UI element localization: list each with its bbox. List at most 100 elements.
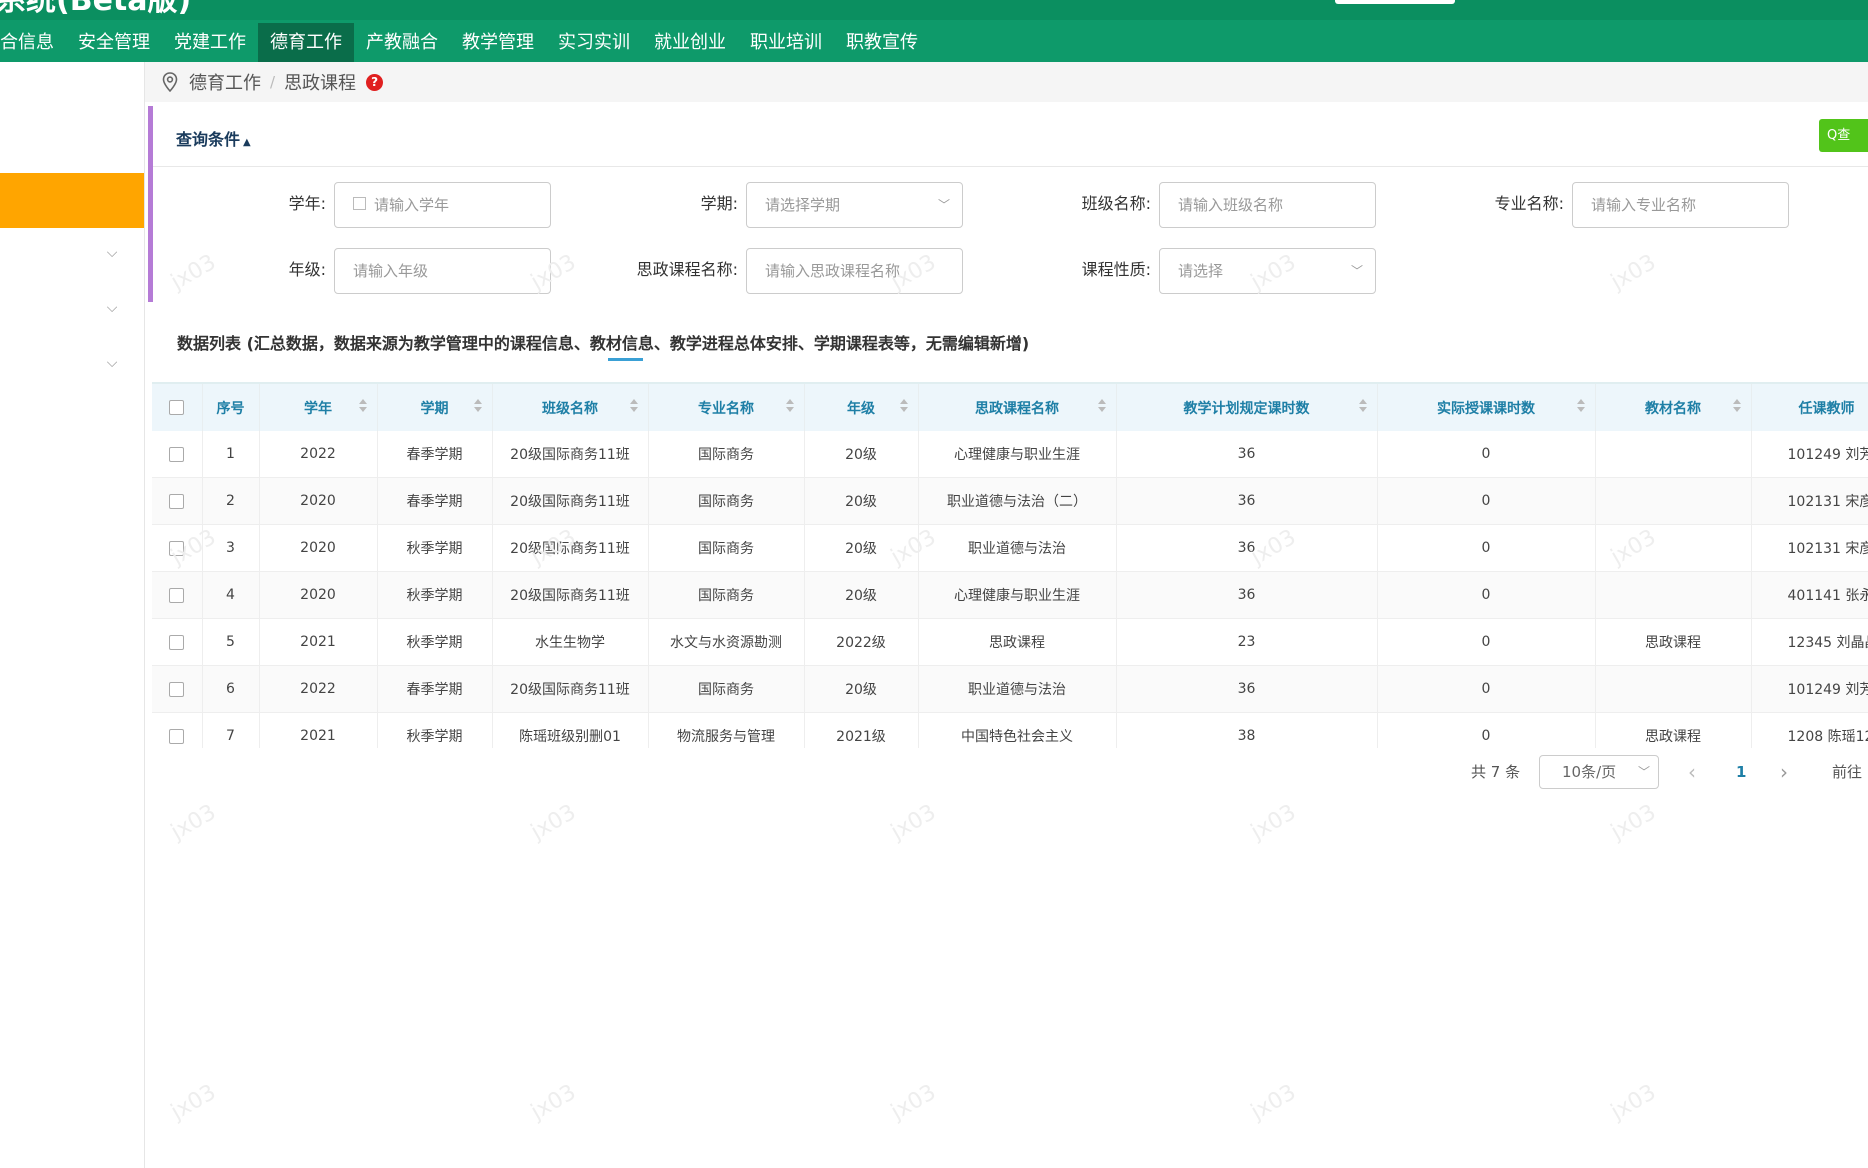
page-size-select[interactable]: 10条/页 ﹀ bbox=[1539, 755, 1659, 789]
table-cell: 36 bbox=[1116, 571, 1378, 619]
table-cell: 401141 张永芳 bbox=[1751, 571, 1868, 619]
major-input[interactable]: 请输入专业名称 bbox=[1572, 182, 1789, 228]
term-select[interactable]: 请选择学期 ﹀ bbox=[746, 182, 963, 228]
sidebar-item-selected[interactable] bbox=[0, 173, 144, 228]
col-header-class[interactable]: 班级名称 bbox=[492, 384, 649, 431]
location-pin-icon bbox=[162, 72, 178, 93]
nav-item-internship[interactable]: 实习实训 bbox=[546, 23, 642, 62]
nav-item-teaching[interactable]: 教学管理 bbox=[450, 23, 546, 62]
row-checkbox[interactable] bbox=[169, 634, 185, 650]
nav-item-publicity[interactable]: 职教宣传 bbox=[834, 23, 930, 62]
col-header-grade[interactable]: 年级 bbox=[804, 384, 919, 431]
help-icon[interactable]: ? bbox=[366, 73, 384, 91]
table-row[interactable]: 6 2022 春季学期 20级国际商务11班 国际商务 20级 职业道德与法治 36 0 1012… bbox=[152, 665, 1868, 713]
nav-item-training[interactable]: 职业培训 bbox=[738, 23, 834, 62]
chevron-down-icon: ﹀ bbox=[1637, 765, 1650, 779]
class-name-input[interactable]: 请输入班级名称 bbox=[1159, 182, 1376, 228]
row-checkbox[interactable] bbox=[169, 587, 185, 603]
col-header-index[interactable]: 序号 bbox=[202, 384, 260, 431]
nav-item-moral-education[interactable]: 德育工作 bbox=[258, 23, 354, 62]
watermark: jx03 bbox=[1606, 1079, 1661, 1126]
row-checkbox[interactable] bbox=[169, 446, 185, 462]
row-checkbox[interactable] bbox=[169, 728, 185, 744]
table-row[interactable]: 7 2021 秋季学期 陈瑶班级别删01 物流服务与管理 2021级 中国特色社会主义 38 0… bbox=[152, 712, 1868, 748]
chevron-down-icon[interactable]: ⌵ bbox=[105, 246, 119, 260]
watermark: jx03 bbox=[1606, 799, 1661, 846]
column-label: 教材名称 bbox=[1645, 400, 1701, 417]
data-table: 序号 学年 学期 班级名称 专业名称 年级 思政课程名称 教学计划规定课时数 实… bbox=[152, 382, 1868, 748]
sort-icon[interactable] bbox=[1732, 399, 1741, 413]
table-cell: 秋季学期 bbox=[377, 571, 493, 619]
sort-icon[interactable] bbox=[473, 399, 482, 413]
class-name-label: 班级名称: bbox=[1081, 194, 1151, 213]
table-cell: 陈瑶班级别删01 bbox=[492, 712, 649, 748]
chevron-down-icon: ﹀ bbox=[1350, 264, 1363, 278]
nature-label: 课程性质: bbox=[1081, 260, 1151, 279]
table-row[interactable]: 5 2021 秋季学期 水生生物学 水文与水资源勘测 2022级 思政课程 23 0 思政课程 12… bbox=[152, 618, 1868, 666]
table-row[interactable]: 3 2020 秋季学期 20级国际商务11班 国际商务 20级 职业道德与法治 36 0 1021… bbox=[152, 524, 1868, 572]
table-cell: 心理健康与职业生涯 bbox=[918, 571, 1117, 619]
table-cell: 国际商务 bbox=[648, 665, 805, 713]
search-button[interactable]: Q查 bbox=[1819, 119, 1868, 152]
course-name-placeholder: 请输入思政课程名称 bbox=[765, 262, 901, 280]
chevron-down-icon[interactable]: ⌵ bbox=[105, 301, 119, 315]
sort-icon[interactable] bbox=[899, 399, 908, 413]
table-row[interactable]: 1 2022 春季学期 20级国际商务11班 国际商务 20级 心理健康与职业生涯 36 0 10… bbox=[152, 431, 1868, 478]
breadcrumb-separator: / bbox=[270, 73, 276, 91]
next-page-button[interactable]: › bbox=[1780, 755, 1788, 789]
nav-item-safety[interactable]: 安全管理 bbox=[66, 23, 162, 62]
sort-icon[interactable] bbox=[1358, 399, 1367, 413]
table-cell: 20级 bbox=[804, 524, 919, 572]
col-header-actual-hours[interactable]: 实际授课课时数 bbox=[1377, 384, 1596, 431]
table-cell: 36 bbox=[1116, 665, 1378, 713]
sort-icon[interactable] bbox=[1097, 399, 1106, 413]
row-select-cell bbox=[152, 665, 203, 713]
col-header-textbook[interactable]: 教材名称 bbox=[1595, 384, 1752, 431]
sort-icon[interactable] bbox=[1576, 399, 1585, 413]
top-search-box[interactable] bbox=[1335, 0, 1455, 4]
select-all-checkbox[interactable] bbox=[169, 400, 185, 415]
table-cell: 3 bbox=[202, 524, 260, 572]
table-row[interactable]: 2 2020 春季学期 20级国际商务11班 国际商务 20级 职业道德与法治（二） 36 0 1… bbox=[152, 477, 1868, 525]
course-name-input[interactable]: 请输入思政课程名称 bbox=[746, 248, 963, 294]
col-header-term[interactable]: 学期 bbox=[377, 384, 493, 431]
row-checkbox[interactable] bbox=[169, 493, 185, 509]
watermark: jx03 bbox=[526, 799, 581, 846]
sort-icon[interactable] bbox=[629, 399, 638, 413]
chevron-down-icon[interactable]: ⌵ bbox=[105, 356, 119, 370]
nav-item-info[interactable]: 合信息 bbox=[0, 23, 66, 62]
table-cell: 职业道德与法治 bbox=[918, 665, 1117, 713]
nav-item-party[interactable]: 党建工作 bbox=[162, 23, 258, 62]
grade-input[interactable]: 请输入年级 bbox=[334, 248, 551, 294]
class-name-placeholder: 请输入班级名称 bbox=[1178, 196, 1284, 214]
sort-icon[interactable] bbox=[358, 399, 367, 413]
grade-placeholder: 请输入年级 bbox=[353, 262, 429, 280]
sort-icon[interactable] bbox=[785, 399, 794, 413]
row-checkbox[interactable] bbox=[169, 540, 185, 556]
row-select-cell bbox=[152, 712, 203, 748]
col-header-major[interactable]: 专业名称 bbox=[648, 384, 805, 431]
table-cell: 20级国际商务11班 bbox=[492, 477, 649, 525]
nav-item-industry[interactable]: 产教融合 bbox=[354, 23, 450, 62]
table-cell: 0 bbox=[1377, 618, 1596, 666]
table-cell: 0 bbox=[1377, 477, 1596, 525]
col-header-course[interactable]: 思政课程名称 bbox=[918, 384, 1117, 431]
table-cell: 23 bbox=[1116, 618, 1378, 666]
breadcrumb-root[interactable]: 德育工作 bbox=[189, 69, 261, 95]
table-cell: 6 bbox=[202, 665, 260, 713]
col-header-planned-hours[interactable]: 教学计划规定课时数 bbox=[1116, 384, 1378, 431]
col-header-teacher[interactable]: 任课教师 bbox=[1751, 384, 1868, 431]
main-nav: 合信息 安全管理 党建工作 德育工作 产教融合 教学管理 实习实训 就业创业 职… bbox=[0, 23, 930, 62]
table-cell: 中国特色社会主义 bbox=[918, 712, 1117, 748]
row-checkbox[interactable] bbox=[169, 681, 185, 697]
nav-item-employment[interactable]: 就业创业 bbox=[642, 23, 738, 62]
nature-select[interactable]: 请选择 ﹀ bbox=[1159, 248, 1376, 294]
page-number-current[interactable]: 1 bbox=[1736, 755, 1746, 789]
table-row[interactable]: 4 2020 秋季学期 20级国际商务11班 国际商务 20级 心理健康与职业生涯 36 0 40… bbox=[152, 571, 1868, 619]
year-input[interactable]: 请输入学年 bbox=[334, 182, 551, 228]
col-header-year[interactable]: 学年 bbox=[259, 384, 378, 431]
prev-page-button[interactable]: ‹ bbox=[1688, 755, 1696, 789]
table-cell: 国际商务 bbox=[648, 524, 805, 572]
query-toggle[interactable]: 查询条件 ▲ bbox=[176, 126, 251, 150]
column-label: 思政课程名称 bbox=[975, 400, 1059, 417]
